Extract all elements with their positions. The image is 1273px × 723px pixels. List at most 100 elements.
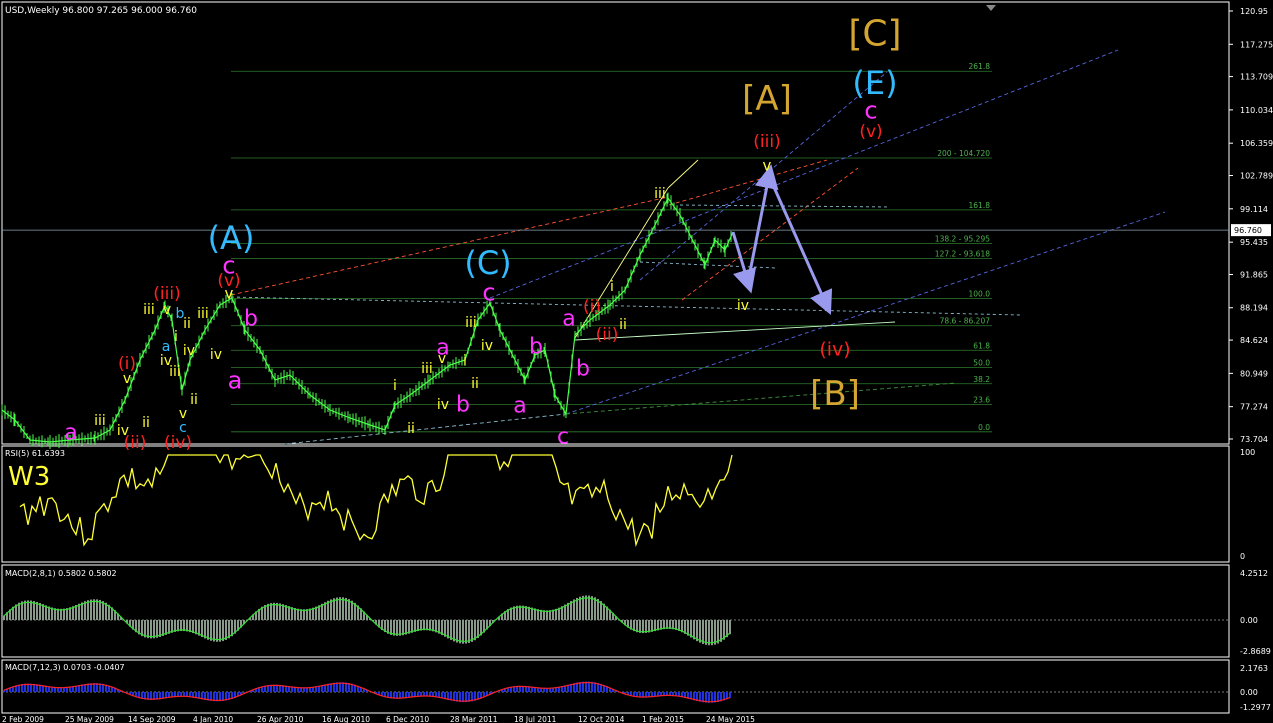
wave-label: c	[557, 425, 569, 450]
wave-label: b	[244, 307, 258, 332]
price-axis: 120.95 117.275 113.709 110.034 106.359 102.78…	[2, 7, 1273, 444]
time-tick-label: 26 Apr 2010	[257, 715, 304, 723]
time-tick-label: 4 Jan 2010	[193, 715, 233, 723]
macd-tick-label: 0.00	[1240, 688, 1258, 697]
macd-tick-label: -2.8689	[1240, 647, 1271, 656]
fib-label: 200 - 104.720	[937, 149, 990, 158]
time-tick-label: 25 May 2009	[65, 715, 114, 723]
wave-label: (C)	[464, 244, 511, 282]
fib-label: 261.8	[969, 62, 991, 71]
wave-label: iii	[421, 361, 433, 377]
wave-label: v	[163, 302, 171, 318]
wave-label: (iv)	[164, 433, 192, 453]
price-tick-label: 73.704	[1240, 435, 1268, 444]
channel-line	[679, 204, 891, 208]
price-tick-label: 88.194	[1240, 304, 1268, 313]
fib-label: 23.6	[973, 396, 990, 405]
price-tick-label: 110.034	[1240, 106, 1273, 115]
wave-label: [A]	[742, 79, 792, 119]
wave-label: i	[610, 279, 614, 295]
wave-label: a	[562, 307, 575, 332]
time-tick-label: 14 Sep 2009	[128, 715, 176, 723]
chart-shift-icon[interactable]	[986, 5, 996, 11]
wave-label: b	[529, 335, 543, 360]
price-tick-label: 102.789	[1240, 172, 1273, 181]
macd-tick-label: 2.1763	[1240, 664, 1268, 673]
wave-labels: [C](E)c(v)[A](iii)viii(A)c(v)vba(iii)iii…	[64, 14, 901, 453]
price-tick-label: 95.435	[1240, 238, 1268, 247]
wave-label: i	[174, 329, 178, 345]
price-tick-label: 80.949	[1240, 369, 1268, 378]
panel-border-m1	[1, 564, 1230, 658]
wave-label: (iv)	[819, 339, 850, 361]
fib-label: 138.2 - 95.295	[935, 234, 990, 243]
wave-label: v	[225, 284, 234, 302]
wave-label: a	[513, 394, 526, 419]
projection-arrow-down	[731, 231, 757, 294]
price-tick-label: 77.274	[1240, 403, 1268, 412]
price-tick-label: 113.709	[1240, 73, 1273, 82]
price-tick-label: 106.359	[1240, 139, 1273, 148]
wave-label: (iii)	[753, 132, 780, 152]
projection-arrow-down-2	[767, 175, 833, 315]
wave-label: b	[576, 357, 590, 382]
channel-line	[565, 382, 956, 415]
wave-label: [B]	[810, 374, 860, 414]
channel-line	[668, 159, 828, 206]
chart-window: 261.8 200 - 104.720 161.8 138.2 - 95.295 127…	[1, 1, 1273, 723]
current-price-value: 96.760	[1234, 226, 1262, 235]
wave-label: c	[864, 96, 877, 124]
fibonacci-levels: 261.8 200 - 104.720 161.8 138.2 - 95.295 127…	[231, 62, 992, 433]
macd1-header: MACD(2,8,1) 0.5802 0.5802	[5, 569, 117, 578]
macd-tick-label: 4.2512	[1240, 569, 1268, 578]
time-tick-label: 12 Oct 2014	[578, 715, 625, 723]
wave-label: (ii)	[124, 433, 147, 453]
fib-label: 161.8	[969, 201, 991, 210]
rsi-overlay-label: W3	[8, 462, 50, 492]
wave-label: iii	[197, 306, 209, 322]
macd-tick-label: 0.00	[1240, 616, 1258, 625]
panel-border-m2	[1, 659, 1230, 714]
wave-label: a	[64, 421, 77, 446]
wave-label: iii	[654, 186, 666, 202]
wave-label: v	[763, 156, 772, 174]
wave-label: i	[393, 378, 397, 394]
wave-label: ii	[471, 376, 479, 392]
price-tick-label: 99.114	[1240, 205, 1268, 214]
time-tick-label: 2 Feb 2009	[2, 715, 44, 723]
fib-label: 61.8	[973, 341, 990, 350]
fib-label: 78.6 - 86.207	[940, 317, 991, 326]
wave-label: c	[482, 278, 495, 306]
macd-panel-2: 2.1763 0.00 -1.2977	[2, 664, 1271, 712]
wave-label: ii	[142, 415, 150, 431]
rsi-line	[19, 454, 733, 548]
time-tick-label: 16 Aug 2010	[322, 715, 370, 723]
wave-label: iii	[169, 364, 181, 380]
wave-label: iii	[94, 413, 106, 429]
wave-label: ii	[190, 392, 198, 408]
wave-label: b	[456, 393, 470, 418]
wave-label: ii	[183, 316, 191, 332]
rsi-header: RSI(5) 61.6393	[5, 449, 65, 458]
fib-label: 38.2	[973, 375, 990, 384]
chart-title: USD,Weekly 96.800 97.265 96.000 96.760	[5, 6, 197, 16]
fib-label: 100.0	[969, 290, 991, 299]
projection-arrows	[731, 164, 833, 315]
price-tick-label: 117.275	[1240, 40, 1273, 49]
macd2-header: MACD(7,12,3) 0.0703 -0.0407	[5, 663, 125, 672]
time-axis: 2 Feb 2009 25 May 2009 14 Sep 2009 4 Jan 20…	[2, 715, 755, 723]
macd-panel-1: 4.2512 0.00 -2.8689	[2, 569, 1271, 656]
channel-line	[489, 49, 1119, 299]
wave-label: iii	[143, 302, 155, 318]
wave-label: ii	[619, 317, 627, 333]
wave-label: iv	[183, 343, 195, 359]
wave-label: v	[123, 371, 131, 387]
channel-line	[681, 167, 859, 301]
time-tick-label: 6 Dec 2010	[386, 715, 429, 723]
rsi-tick-label: 0	[1240, 552, 1245, 561]
panel-border-rsi	[1, 445, 1230, 563]
fib-label: 127.2 - 93.618	[935, 250, 990, 259]
wave-label: iv	[437, 397, 449, 413]
time-tick-label: 1 Feb 2015	[642, 715, 684, 723]
panel-border-main	[1, 1, 1230, 445]
